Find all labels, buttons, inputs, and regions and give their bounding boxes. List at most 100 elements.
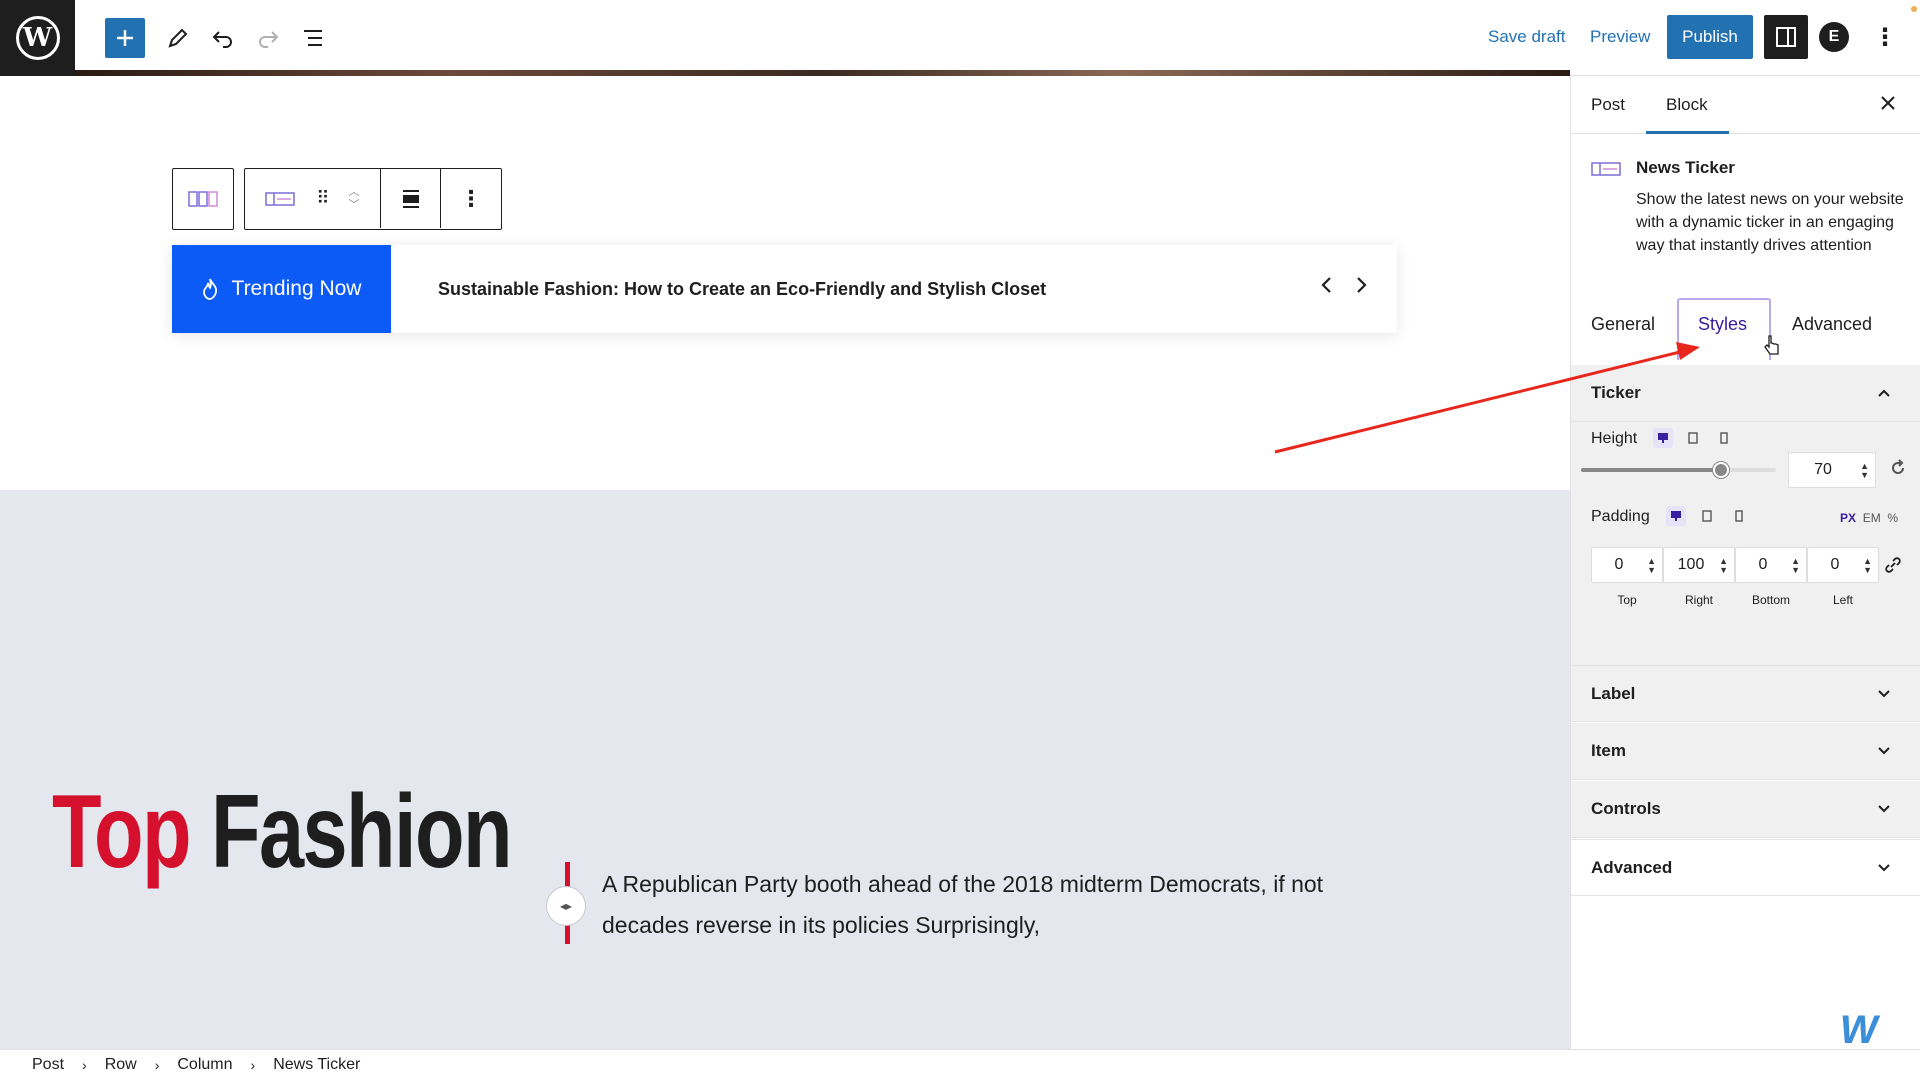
news-ticker-icon — [265, 191, 296, 206]
settings-toggle-button[interactable] — [1764, 15, 1808, 59]
panel-advanced-toggle[interactable]: Advanced — [1571, 839, 1920, 896]
padding-left-value: 0 — [1830, 556, 1840, 573]
ticker-headline[interactable]: Sustainable Fashion: How to Create an Ec… — [438, 279, 1046, 300]
breadcrumb-news-ticker: News Ticker — [273, 1056, 361, 1073]
stepper-icon[interactable]: ▲ ▼ — [1860, 462, 1869, 480]
panel-controls-toggle[interactable]: Controls — [1571, 781, 1920, 838]
panel-item-title: Item — [1591, 741, 1626, 760]
title-top-word: Top — [52, 774, 192, 890]
height-slider-fill — [1581, 468, 1721, 472]
tab-general[interactable]: General — [1591, 314, 1655, 335]
unit-px[interactable]: PX — [1840, 511, 1856, 525]
link-unlink-icon[interactable] — [1884, 556, 1902, 574]
panel-label-toggle[interactable]: Label — [1571, 665, 1920, 722]
brand-logo-icon: W — [1836, 1008, 1882, 1052]
mobile-icon[interactable] — [1729, 506, 1749, 526]
padding-right-label: Right — [1684, 593, 1713, 607]
flame-icon — [202, 278, 217, 300]
padding-bottom-input[interactable]: 0 ▲ ▼ — [1735, 547, 1807, 583]
stepper-icon[interactable]: ▲ ▼ — [1863, 557, 1872, 575]
panel-ticker-title: Ticker — [1591, 383, 1641, 402]
padding-right-value: 100 — [1677, 556, 1705, 573]
chevron-down-icon — [1878, 805, 1890, 813]
padding-right-input[interactable]: 100 ▲ ▼ — [1663, 547, 1735, 583]
stepper-icon[interactable]: ▲ ▼ — [1719, 557, 1728, 575]
align-center-icon — [402, 189, 419, 208]
panel-item-toggle[interactable]: Item — [1571, 723, 1920, 780]
tablet-icon[interactable] — [1683, 428, 1703, 448]
padding-top-value: 0 — [1614, 556, 1624, 573]
chevron-down-icon — [1878, 864, 1890, 872]
unit-em[interactable]: EM — [1863, 511, 1881, 525]
news-ticker-block[interactable]: Trending Now Sustainable Fashion: How to… — [172, 245, 1397, 333]
panel-advanced-title: Advanced — [1591, 857, 1673, 877]
sidebar-icon — [1776, 27, 1796, 47]
preview-button[interactable]: Preview — [1590, 27, 1650, 47]
reset-icon[interactable] — [1889, 459, 1907, 477]
options-menu-button[interactable]: ⋮ — [1870, 22, 1900, 52]
block-options-button[interactable]: ⋮ — [441, 169, 501, 228]
wordpress-logo-button[interactable]: W — [0, 0, 75, 76]
chevron-up-icon — [1878, 389, 1890, 397]
tab-styles[interactable]: Styles — [1698, 314, 1747, 335]
padding-left-input[interactable]: 0 ▲ ▼ — [1807, 547, 1879, 583]
panel-ticker-toggle[interactable]: Ticker — [1571, 365, 1920, 422]
height-value: 70 — [1814, 461, 1832, 478]
redo-button[interactable] — [248, 18, 288, 58]
padding-label: Padding — [1591, 508, 1650, 525]
height-slider[interactable] — [1581, 462, 1776, 478]
unit-percent[interactable]: % — [1887, 511, 1898, 525]
chevron-right-icon: › — [82, 1057, 87, 1073]
block-description: Show the latest news on your website wit… — [1636, 191, 1904, 254]
chevron-right-icon[interactable] — [1355, 275, 1369, 295]
chevron-left-icon[interactable] — [1319, 275, 1333, 295]
save-draft-button[interactable]: Save draft — [1488, 27, 1566, 47]
close-sidebar-button[interactable] — [1880, 91, 1896, 117]
plus-icon — [117, 30, 133, 46]
ticker-controls — [1319, 275, 1369, 295]
block-switcher-button[interactable]: ⠿ ︿ ﹀ — [245, 169, 381, 228]
user-avatar[interactable]: E — [1819, 22, 1849, 52]
tab-advanced[interactable]: Advanced — [1792, 314, 1872, 335]
document-overview-button[interactable] — [293, 18, 333, 58]
title-fashion-word: Fashion — [210, 774, 513, 890]
unit-switcher[interactable]: PX EM % — [1840, 511, 1898, 525]
height-input[interactable]: 70 ▲ ▼ — [1788, 452, 1876, 488]
chevron-down-icon — [1878, 690, 1890, 698]
tools-button[interactable] — [158, 18, 198, 58]
chevron-down-icon — [1878, 747, 1890, 755]
breadcrumb-column[interactable]: Column — [177, 1056, 232, 1074]
drag-handle-icon[interactable]: ⠿ — [316, 188, 329, 209]
block-breadcrumb: Post › Row › Column › News Ticker — [0, 1049, 1920, 1080]
settings-sidebar: Post Block News Ticker Show the latest n… — [1570, 76, 1920, 1049]
panel-label-title: Label — [1591, 683, 1636, 703]
desktop-icon[interactable] — [1653, 428, 1673, 448]
stepper-icon[interactable]: ▲ ▼ — [1791, 557, 1800, 575]
list-view-icon — [304, 30, 322, 46]
active-tab-indicator — [1646, 131, 1729, 134]
mobile-icon[interactable] — [1714, 428, 1734, 448]
padding-bottom-label: Bottom — [1751, 593, 1790, 607]
tablet-icon[interactable] — [1697, 506, 1717, 526]
notification-dot — [1911, 6, 1917, 12]
padding-row: 0 ▲ ▼ 100 ▲ ▼ 0 ▲ ▼ 0 ▲ ▼ Top Right Bottom Left — [1571, 547, 1920, 665]
padding-top-input[interactable]: 0 ▲ ▼ — [1591, 547, 1663, 583]
editor-topbar: W Save draft Preview Publish E ⋮ — [0, 0, 1920, 76]
breadcrumb-row[interactable]: Row — [105, 1056, 137, 1074]
height-slider-thumb[interactable] — [1713, 462, 1729, 478]
breadcrumb-post[interactable]: Post — [32, 1056, 64, 1074]
kebab-icon: ⋮ — [460, 185, 482, 211]
tab-post[interactable]: Post — [1591, 95, 1625, 115]
align-button[interactable] — [381, 169, 441, 228]
undo-button[interactable] — [203, 18, 243, 58]
move-up-down-icon[interactable]: ︿ ﹀ — [349, 186, 360, 212]
add-block-button[interactable] — [105, 18, 145, 58]
chevron-right-icon: › — [250, 1057, 256, 1073]
pencil-icon — [168, 28, 188, 48]
resize-handle[interactable]: ◂▸ — [546, 886, 586, 926]
tab-block[interactable]: Block — [1666, 95, 1708, 115]
desktop-icon[interactable] — [1666, 506, 1686, 526]
select-parent-button[interactable] — [173, 169, 233, 228]
publish-button[interactable]: Publish — [1667, 15, 1753, 59]
stepper-icon[interactable]: ▲ ▼ — [1647, 557, 1656, 575]
